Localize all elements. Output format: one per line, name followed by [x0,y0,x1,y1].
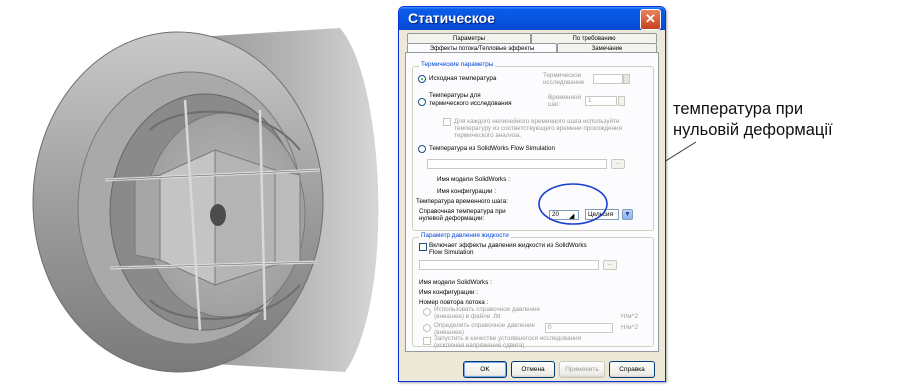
fluid-group-title: Параметр давления жидкости [419,232,511,239]
fluid-model-name-label: Имя модели SolidWorks : [419,279,492,286]
time-step-temp-label: Температура временного шага: [416,198,508,205]
initial-temp-label: Исходная температура [429,75,497,82]
help-button[interactable]: Справка [609,361,655,378]
fluid-pressure-group: Параметр давления жидкости Включает эффе… [412,232,654,349]
dialog-title: Статическое [408,10,495,26]
use-ref-unit: Н/м^2 [621,313,639,320]
use-ref-pressure-radio[interactable] [423,308,431,316]
define-ref-pressure-radio[interactable] [423,324,431,332]
annotation-text: температура при нульовій деформації [673,99,833,141]
tab-panel: Термические параметры Исходная температу… [405,52,659,352]
units-select[interactable]: Цельсия [585,209,619,220]
tab-row-1: Параметры По требованию [405,33,659,43]
static-study-dialog: Статическое ✕ Параметры По требованию Эф… [398,6,666,382]
ok-button[interactable]: OK [463,361,507,378]
tab-on-demand[interactable]: По требованию [531,33,657,43]
fluid-file-field[interactable] [419,260,599,270]
flow-sim-temp-radio[interactable] [418,145,426,153]
define-ref-unit: Н/м^2 [621,324,639,331]
thermal-config-name-label: Имя конфигурации : [437,188,497,195]
units-dropdown-icon[interactable]: ▼ [622,209,633,220]
apply-button[interactable]: Применить [559,361,605,378]
close-icon: ✕ [645,11,656,26]
steady-line2: (исключая напряжение сдвига) [434,342,525,349]
include-fluid-line2: Flow Simulation [429,249,474,256]
use-ref-line2: (внешнее) в файле .fld [434,313,501,320]
tab-parameters[interactable]: Параметры [407,33,531,43]
steady-state-checkbox[interactable] [423,337,431,345]
center-hole [210,204,226,226]
pointer-arrow-icon: ◢ [569,213,575,220]
flow-sim-file-field[interactable] [427,159,607,169]
thermal-study-select[interactable] [593,74,623,84]
per-step-line3: термического анализа. [454,132,522,139]
browse-button-thermal[interactable]: ... [611,159,625,169]
include-fluid-checkbox[interactable] [419,243,427,251]
temps-from-thermal-line1: Температуры для [429,92,481,99]
per-step-temp-checkbox[interactable] [443,118,451,126]
temps-from-thermal-line2: термического исследования [429,100,512,107]
fluid-config-name-label: Имя конфигурации : [419,289,479,296]
define-ref-pressure-field[interactable]: 0 [545,323,613,333]
title-bar: Статическое ✕ [399,7,665,30]
cancel-button[interactable]: Отмена [511,361,555,378]
annotation-line1: температура при [673,100,804,118]
browse-button-fluid[interactable]: ... [603,260,617,270]
time-step-field[interactable]: 1 [585,96,617,106]
flow-sim-temp-label: Температура из SolidWorks Flow Simulatio… [429,145,555,152]
temps-from-thermal-radio[interactable] [418,98,426,106]
annotation-line2: нульовій деформації [673,121,833,139]
thermal-model-name-label: Имя модели SolidWorks : [437,176,510,183]
ref-temp-field[interactable]: 20 [549,210,579,220]
thermal-group-title: Термические параметры [419,61,496,68]
thermal-options-group: Термические параметры Исходная температу… [412,61,654,231]
time-step-spinner-icon[interactable] [618,96,625,106]
ref-temp-line2: нулевой деформации: [419,215,485,222]
thermal-study-dropdown-icon [623,74,630,84]
initial-temp-radio[interactable] [418,75,426,83]
close-button[interactable]: ✕ [640,9,661,30]
thermal-study-label: Термическое исследование [543,72,585,86]
time-step-label: Временной шаг: [548,94,582,108]
